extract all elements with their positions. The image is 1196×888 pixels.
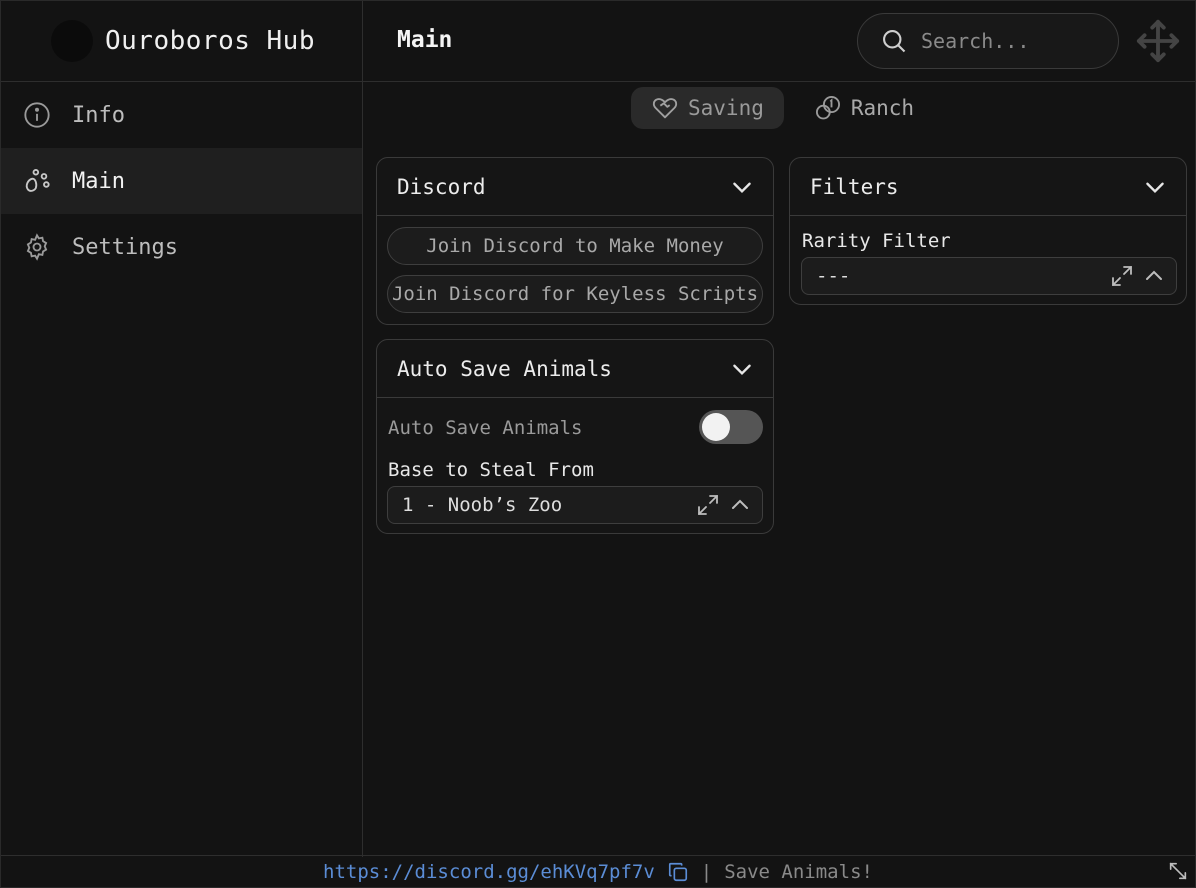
auto-save-toggle-label: Auto Save Animals: [388, 417, 583, 439]
filters-panel: Filters Rarity Filter ---: [789, 157, 1187, 305]
sidebar-item-main[interactable]: Main: [1, 148, 362, 214]
sidebar-nav: Info Main Settings: [1, 82, 362, 280]
panel-title: Discord: [397, 174, 486, 199]
sidebar-item-label: Settings: [72, 234, 178, 260]
info-icon: [23, 101, 51, 129]
page-title: Main: [397, 27, 453, 53]
join-discord-keyless-button[interactable]: Join Discord for Keyless Scripts: [387, 275, 763, 313]
chevron-down-icon[interactable]: [729, 174, 755, 200]
app-title: Ouroboros Hub: [105, 26, 315, 56]
dropdown-value: ---: [816, 265, 851, 287]
search-icon: [883, 30, 906, 53]
chevron-down-icon[interactable]: [1142, 174, 1168, 200]
discord-panel: Discord Join Discord to Make Money Join …: [376, 157, 774, 325]
app-window: Ouroboros Hub Info Main Settings Main Se…: [0, 0, 1196, 888]
sidebar-item-settings[interactable]: Settings: [1, 214, 362, 280]
tab-ranch[interactable]: Ranch: [794, 87, 934, 129]
auto-save-toggle[interactable]: [699, 410, 763, 444]
expand-icon[interactable]: [1110, 264, 1134, 288]
move-icon[interactable]: [1135, 18, 1181, 64]
sidebar: Ouroboros Hub Info Main Settings: [1, 1, 363, 857]
dropdown-value: 1 - Noob’s Zoo: [402, 494, 563, 516]
tab-bar: Saving Ranch: [631, 87, 934, 129]
footer-bar: https://discord.gg/ehKVq7pf7v | Save Ani…: [1, 855, 1195, 887]
panel-title: Auto Save Animals: [397, 356, 612, 381]
sidebar-item-label: Info: [72, 102, 125, 128]
coins-icon: [815, 95, 840, 120]
join-discord-money-button[interactable]: Join Discord to Make Money: [387, 227, 763, 265]
tab-saving[interactable]: Saving: [631, 87, 784, 129]
base-to-steal-dropdown[interactable]: 1 - Noob’s Zoo: [387, 486, 763, 524]
resize-icon[interactable]: [1167, 860, 1189, 882]
heart-handshake-icon: [652, 98, 678, 119]
discord-link[interactable]: https://discord.gg/ehKVq7pf7v: [323, 861, 655, 883]
footer-separator: |: [700, 860, 713, 883]
expand-icon[interactable]: [696, 493, 720, 517]
discord-panel-header[interactable]: Discord: [377, 158, 773, 216]
brand: Ouroboros Hub: [1, 1, 362, 82]
sidebar-item-info[interactable]: Info: [1, 82, 362, 148]
filters-panel-header[interactable]: Filters: [790, 158, 1186, 216]
search-box[interactable]: [857, 13, 1119, 69]
tab-label: Saving: [688, 96, 764, 120]
copy-icon[interactable]: [667, 861, 689, 883]
chevron-up-icon[interactable]: [728, 493, 752, 517]
toggle-knob: [702, 413, 730, 441]
app-logo: [51, 20, 93, 62]
rarity-filter-dropdown[interactable]: ---: [801, 257, 1177, 295]
gear-icon: [23, 233, 51, 261]
paw-icon: [23, 167, 51, 195]
footer-status: Save Animals!: [724, 860, 873, 883]
rarity-filter-label: Rarity Filter: [802, 230, 951, 252]
chevron-down-icon[interactable]: [729, 356, 755, 382]
base-to-steal-label: Base to Steal From: [388, 459, 594, 481]
panel-title: Filters: [810, 174, 899, 199]
chevron-up-icon[interactable]: [1142, 264, 1166, 288]
auto-save-panel: Auto Save Animals Auto Save Animals Base…: [376, 339, 774, 534]
sidebar-item-label: Main: [72, 168, 125, 194]
auto-save-panel-header[interactable]: Auto Save Animals: [377, 340, 773, 398]
header: Main: [363, 1, 1195, 82]
tab-label: Ranch: [850, 96, 915, 120]
search-input[interactable]: [921, 29, 1091, 53]
